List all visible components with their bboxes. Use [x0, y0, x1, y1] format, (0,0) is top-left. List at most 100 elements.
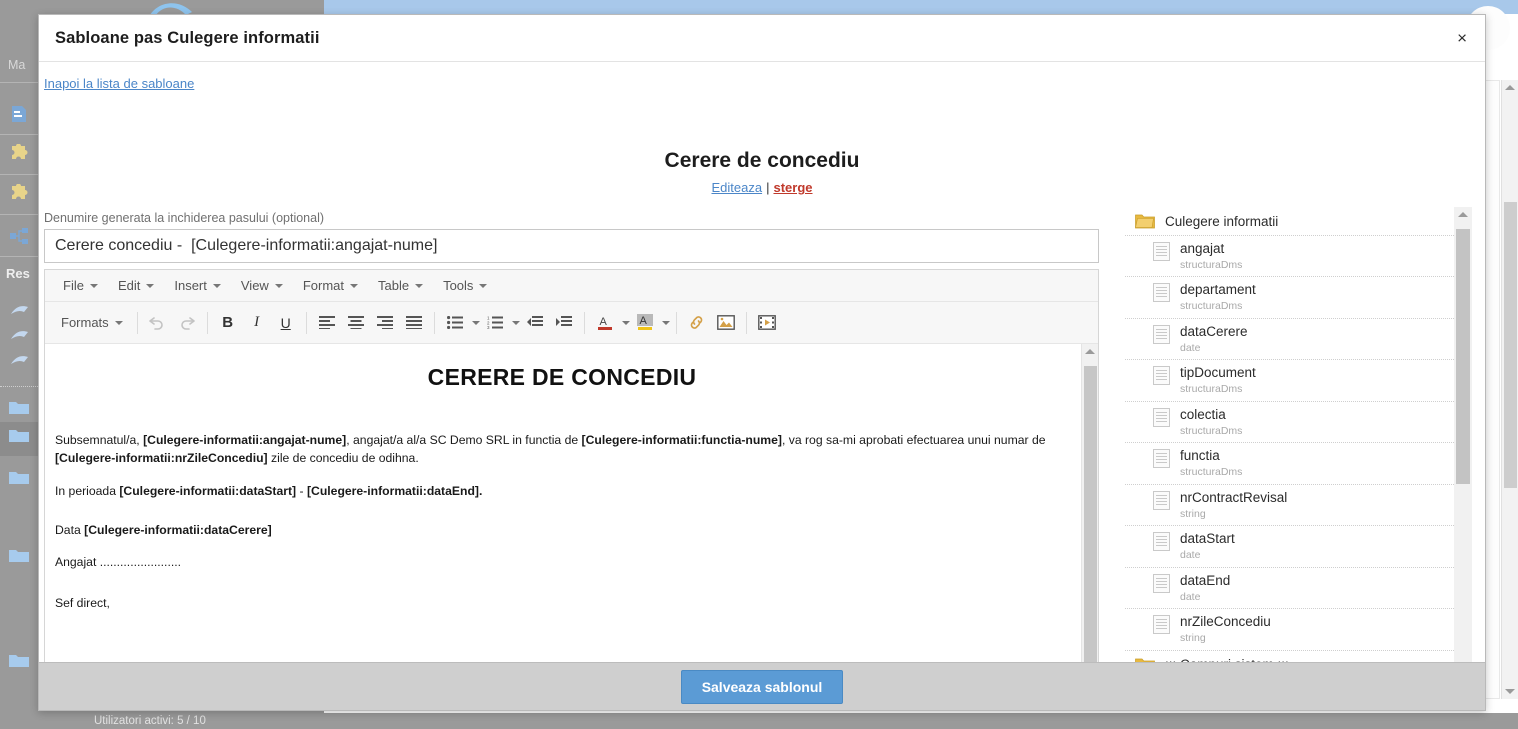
text-color-chevron-down-icon[interactable]: [621, 320, 630, 325]
numbered-list-chevron-down-icon[interactable]: [511, 320, 520, 325]
indent-button[interactable]: [550, 309, 578, 337]
folder-icon-nav-4[interactable]: [8, 547, 30, 567]
menu-tools-label: Tools: [443, 278, 474, 293]
folder-icon-nav-3[interactable]: [8, 469, 30, 489]
editor-canvas[interactable]: CERERE DE CONCEDIU Subsemnatul/a, [Culeg…: [45, 344, 1098, 662]
toolbar-separator: [433, 311, 435, 334]
tree-node-functia[interactable]: functia structuraDms: [1125, 443, 1454, 485]
puzzle-icon-2[interactable]: [8, 183, 30, 204]
bullet-list-button[interactable]: [441, 309, 469, 337]
align-justify-button[interactable]: [400, 309, 428, 337]
edit-template-link[interactable]: Editeaza: [711, 180, 762, 195]
undo-button[interactable]: [144, 309, 172, 337]
tree-node-nrcontractrevisal[interactable]: nrContractRevisal string: [1125, 485, 1454, 527]
align-center-button[interactable]: [342, 309, 370, 337]
scroll-up-arrow-icon[interactable]: [1458, 212, 1468, 217]
menu-view[interactable]: View: [231, 274, 293, 297]
tree-node-texts: departament structuraDms: [1180, 282, 1256, 312]
scrollbar-thumb[interactable]: [1504, 202, 1517, 488]
delete-template-link[interactable]: sterge: [773, 180, 812, 195]
document-spacer: [55, 539, 1069, 553]
modal-footer: Salveaza sablonul: [39, 662, 1485, 710]
menu-table-label: Table: [378, 278, 410, 293]
generated-name-input[interactable]: [44, 229, 1099, 263]
arrow-icon-3[interactable]: [10, 354, 32, 374]
outdent-button[interactable]: [521, 309, 549, 337]
editor-scrollbar-thumb[interactable]: [1084, 366, 1097, 662]
p1-seg-6: zile de concediu de odihna.: [267, 451, 419, 466]
fields-tree-scrollbar[interactable]: [1454, 207, 1472, 662]
sidebar-label-ma: Ma: [8, 58, 26, 72]
save-template-button[interactable]: Salveaza sablonul: [680, 669, 844, 704]
tree-node-type: string: [1180, 507, 1206, 520]
tree-folder-campuri-sistem[interactable]: ::: Campuri sistem :::: [1125, 651, 1454, 662]
document-paragraph-5: Sef direct,: [55, 596, 110, 611]
menu-table[interactable]: Table: [368, 274, 433, 297]
bold-button[interactable]: B: [214, 309, 242, 337]
arrow-icon-1[interactable]: [10, 304, 32, 324]
puzzle-icon-1[interactable]: [8, 143, 30, 164]
chevron-down-icon: [114, 320, 123, 325]
tree-node-tipdocument[interactable]: tipDocument structuraDms: [1125, 360, 1454, 402]
fields-tree-scroll: Culegere informatii angajat structuraDms…: [1125, 207, 1454, 662]
menu-tools[interactable]: Tools: [433, 274, 497, 297]
bullet-list-chevron-down-icon[interactable]: [471, 320, 480, 325]
tree-node-texts: dataStart date: [1180, 531, 1235, 561]
tree-node-departament[interactable]: departament structuraDms: [1125, 277, 1454, 319]
text-color-button[interactable]: A: [591, 309, 619, 337]
workflow-icon[interactable]: [8, 226, 30, 246]
tree-node-colectia[interactable]: colectia structuraDms: [1125, 402, 1454, 444]
scroll-up-arrow-icon[interactable]: [1505, 85, 1515, 90]
svg-text:A: A: [599, 316, 607, 328]
sidebar-divider-1: [0, 82, 38, 83]
sidebar-divider-2: [0, 134, 38, 135]
background-color-button[interactable]: A: [631, 309, 659, 337]
redo-button[interactable]: [173, 309, 201, 337]
tree-node-name: nrContractRevisal: [1180, 489, 1288, 505]
tree-node-name: nrZileConcediu: [1180, 614, 1271, 630]
underline-button[interactable]: U: [272, 309, 300, 337]
back-to-templates-link[interactable]: Inapoi la lista de sabloane: [44, 76, 194, 91]
scroll-down-arrow-icon[interactable]: [1505, 689, 1515, 694]
formats-dropdown[interactable]: Formats: [53, 311, 131, 334]
tree-node-datastart[interactable]: dataStart date: [1125, 526, 1454, 568]
tree-folder-culegere-informatii[interactable]: Culegere informatii: [1125, 207, 1454, 236]
folder-icon-nav-2[interactable]: [8, 427, 30, 447]
tree-node-texts: tipDocument structuraDms: [1180, 365, 1256, 395]
folder-icon-nav-1[interactable]: [8, 399, 30, 419]
editor-document[interactable]: CERERE DE CONCEDIU Subsemnatul/a, [Culeg…: [45, 344, 1081, 662]
p1-seg-2: , angajat/a al/a SC Demo SRL in functia …: [346, 433, 582, 447]
numbered-list-button[interactable]: 123: [481, 309, 509, 337]
insert-image-button[interactable]: [712, 309, 740, 337]
align-left-button[interactable]: [313, 309, 341, 337]
menu-edit[interactable]: Edit: [108, 274, 164, 297]
tree-node-texts: nrContractRevisal string: [1180, 490, 1287, 520]
insert-media-button[interactable]: [753, 309, 781, 337]
tree-node-dataend[interactable]: dataEnd date: [1125, 568, 1454, 610]
tree-node-angajat[interactable]: angajat structuraDms: [1125, 236, 1454, 278]
modal-title: Sabloane pas Culegere informatii: [55, 28, 320, 47]
align-right-button[interactable]: [371, 309, 399, 337]
scroll-up-arrow-icon[interactable]: [1085, 349, 1095, 354]
background-page-scrollbar[interactable]: [1501, 80, 1518, 699]
insert-link-button[interactable]: [683, 309, 711, 337]
fields-tree-scrollbar-thumb[interactable]: [1456, 229, 1470, 484]
background-color-chevron-down-icon[interactable]: [661, 320, 670, 325]
italic-button[interactable]: I: [243, 309, 271, 337]
sidebar-divider-6: [0, 386, 38, 387]
templates-modal: Sabloane pas Culegere informatii × Inapo…: [38, 14, 1486, 711]
arrow-icon-2[interactable]: [10, 329, 32, 349]
close-icon[interactable]: ×: [1453, 28, 1471, 49]
tree-node-datacerere[interactable]: dataCerere date: [1125, 319, 1454, 361]
toolbar-separator: [206, 311, 208, 334]
tree-node-nrzileconcediu[interactable]: nrZileConcediu string: [1125, 609, 1454, 651]
menu-file[interactable]: File: [53, 274, 108, 297]
menu-insert[interactable]: Insert: [164, 274, 231, 297]
editor-scrollbar[interactable]: [1081, 344, 1098, 662]
tree-node-type: date: [1180, 590, 1201, 603]
folder-icon: [1135, 213, 1155, 229]
document-paragraph-2: In perioada [Culegere-informatii:dataSta…: [55, 482, 1069, 500]
folder-icon-nav-5[interactable]: [8, 652, 30, 672]
menu-format[interactable]: Format: [293, 274, 368, 297]
document-report-icon[interactable]: [8, 104, 30, 124]
